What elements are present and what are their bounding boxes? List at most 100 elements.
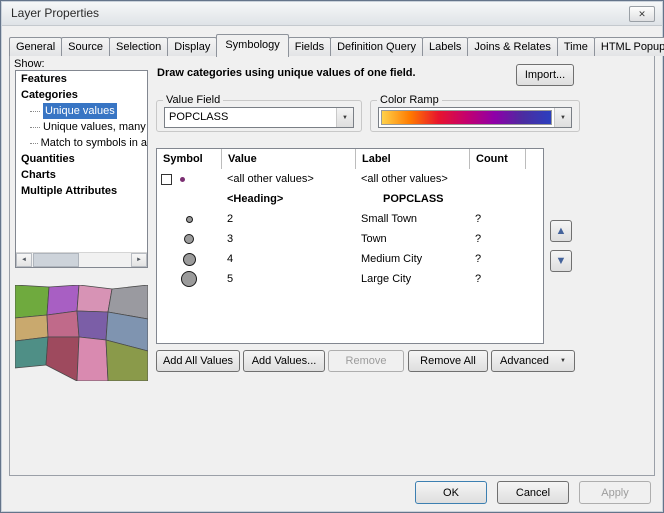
layer-properties-dialog: Layer Properties ✕ General Source Select… <box>0 0 664 513</box>
value-field-combobox[interactable]: POPCLASS ▼ <box>164 107 354 128</box>
table-row[interactable]: 4 Medium City ? <box>157 249 543 269</box>
circle-symbol[interactable] <box>184 234 194 244</box>
tree-item-unique-values[interactable]: Unique values <box>16 103 147 119</box>
apply-button[interactable]: Apply <box>579 481 651 504</box>
symbol-cell <box>157 269 221 289</box>
column-header-value: Value <box>221 149 355 169</box>
count-cell: ? <box>469 213 525 225</box>
tab-general[interactable]: General <box>9 37 62 56</box>
down-arrow-icon: ▼ <box>556 255 567 267</box>
circle-symbol[interactable] <box>186 216 193 223</box>
tree-item-quantities[interactable]: Quantities <box>16 151 147 167</box>
renderer-tree: Features Categories Unique values Unique… <box>15 70 148 268</box>
label-cell: Small Town <box>355 213 469 225</box>
tree-item-label: Match to symbols in a <box>41 135 147 151</box>
map-preview <box>15 285 148 381</box>
color-ramp-group: Color Ramp ▼ <box>370 94 580 132</box>
value-cell: 4 <box>221 253 355 265</box>
table-header-row: Symbol Value Label Count <box>157 149 543 169</box>
tab-time[interactable]: Time <box>557 37 595 56</box>
circle-symbol[interactable] <box>183 253 196 266</box>
color-ramp-combobox[interactable]: ▼ <box>378 107 572 128</box>
symbol-cell <box>157 249 221 269</box>
tab-joins-relates[interactable]: Joins & Relates <box>467 37 557 56</box>
tree-item-unique-values-many[interactable]: Unique values, many <box>16 119 147 135</box>
value-field-selected: POPCLASS <box>165 108 336 127</box>
column-header-count: Count <box>469 149 525 169</box>
tab-html-popup[interactable]: HTML Popup <box>594 37 664 56</box>
remove-button[interactable]: Remove <box>328 350 404 372</box>
table-row[interactable]: 2 Small Town ? <box>157 209 543 229</box>
tab-definition-query[interactable]: Definition Query <box>330 37 423 56</box>
tab-strip: General Source Selection Display Symbolo… <box>9 33 664 56</box>
all-other-values-symbol[interactable] <box>180 177 185 182</box>
color-ramp-swatch <box>381 110 552 125</box>
tab-fields[interactable]: Fields <box>288 37 331 56</box>
ok-button[interactable]: OK <box>415 481 487 504</box>
tab-source[interactable]: Source <box>61 37 110 56</box>
value-field-legend: Value Field <box>163 94 223 106</box>
remove-all-button[interactable]: Remove All <box>408 350 488 372</box>
add-values-button[interactable]: Add Values... <box>243 350 325 372</box>
circle-symbol[interactable] <box>181 271 197 287</box>
tree-item-label: Categories <box>21 89 78 101</box>
table-row[interactable]: 3 Town ? <box>157 229 543 249</box>
chevron-down-icon[interactable]: ▼ <box>336 108 353 127</box>
table-row[interactable]: 5 Large City ? <box>157 269 543 289</box>
add-all-values-button[interactable]: Add All Values <box>156 350 240 372</box>
scrollbar-track[interactable] <box>79 253 131 267</box>
tree-line <box>30 127 40 128</box>
column-header-symbol: Symbol <box>157 149 221 169</box>
close-button[interactable]: ✕ <box>629 6 655 22</box>
tab-labels[interactable]: Labels <box>422 37 468 56</box>
table-row-heading[interactable]: <Heading> POPCLASS <box>157 189 543 209</box>
tab-selection[interactable]: Selection <box>109 37 168 56</box>
tree-item-match-symbols[interactable]: Match to symbols in a <box>16 135 147 151</box>
value-cell: 3 <box>221 233 355 245</box>
tree-item-charts[interactable]: Charts <box>16 167 147 183</box>
scrollbar-thumb[interactable] <box>33 253 79 267</box>
import-button[interactable]: Import... <box>516 64 574 86</box>
symbol-cell <box>157 229 221 249</box>
tree-line <box>30 111 40 112</box>
label-cell: <all other values> <box>355 173 469 185</box>
move-up-button[interactable]: ▲ <box>550 220 572 242</box>
tree-item-label: Charts <box>21 169 56 181</box>
tree-horizontal-scrollbar[interactable]: ◄ ► <box>16 252 147 267</box>
scroll-right-icon[interactable]: ► <box>131 253 147 267</box>
show-label: Show: <box>14 58 45 70</box>
tree-item-label: Quantities <box>21 153 75 165</box>
all-other-values-checkbox[interactable] <box>161 174 172 185</box>
value-cell: 5 <box>221 273 355 285</box>
color-ramp-legend: Color Ramp <box>377 94 442 106</box>
title-bar[interactable]: Layer Properties ✕ <box>2 2 662 26</box>
up-arrow-icon: ▲ <box>556 225 567 237</box>
count-cell: ? <box>469 253 525 265</box>
value-field-group: Value Field POPCLASS ▼ <box>156 94 362 132</box>
table-row[interactable]: <all other values> <all other values> <box>157 169 543 189</box>
tree-item-categories[interactable]: Categories <box>16 87 147 103</box>
map-preview-image <box>15 285 148 381</box>
tab-symbology[interactable]: Symbology <box>216 34 288 57</box>
label-cell: Town <box>355 233 469 245</box>
value-cell: <all other values> <box>221 173 355 185</box>
column-header-label: Label <box>355 149 469 169</box>
symbology-tab-page: Show: Features Categories Unique values … <box>9 55 655 476</box>
unique-values-table: Symbol Value Label Count <all other valu… <box>156 148 544 344</box>
value-cell: 2 <box>221 213 355 225</box>
tree-item-label: Unique values, many <box>43 119 146 135</box>
tab-display[interactable]: Display <box>167 37 217 56</box>
chevron-down-icon[interactable]: ▼ <box>554 108 571 127</box>
chevron-down-icon: ▼ <box>560 358 566 364</box>
window-title: Layer Properties <box>11 6 99 20</box>
tree-item-features[interactable]: Features <box>16 71 147 87</box>
advanced-button[interactable]: Advanced ▼ <box>491 350 575 372</box>
move-down-button[interactable]: ▼ <box>550 250 572 272</box>
tree-item-label: Multiple Attributes <box>21 185 117 197</box>
count-cell: ? <box>469 273 525 285</box>
tree-line <box>30 143 38 144</box>
tree-item-multiple-attributes[interactable]: Multiple Attributes <box>16 183 147 199</box>
scroll-left-icon[interactable]: ◄ <box>16 253 32 267</box>
symbol-cell <box>157 169 221 189</box>
cancel-button[interactable]: Cancel <box>497 481 569 504</box>
